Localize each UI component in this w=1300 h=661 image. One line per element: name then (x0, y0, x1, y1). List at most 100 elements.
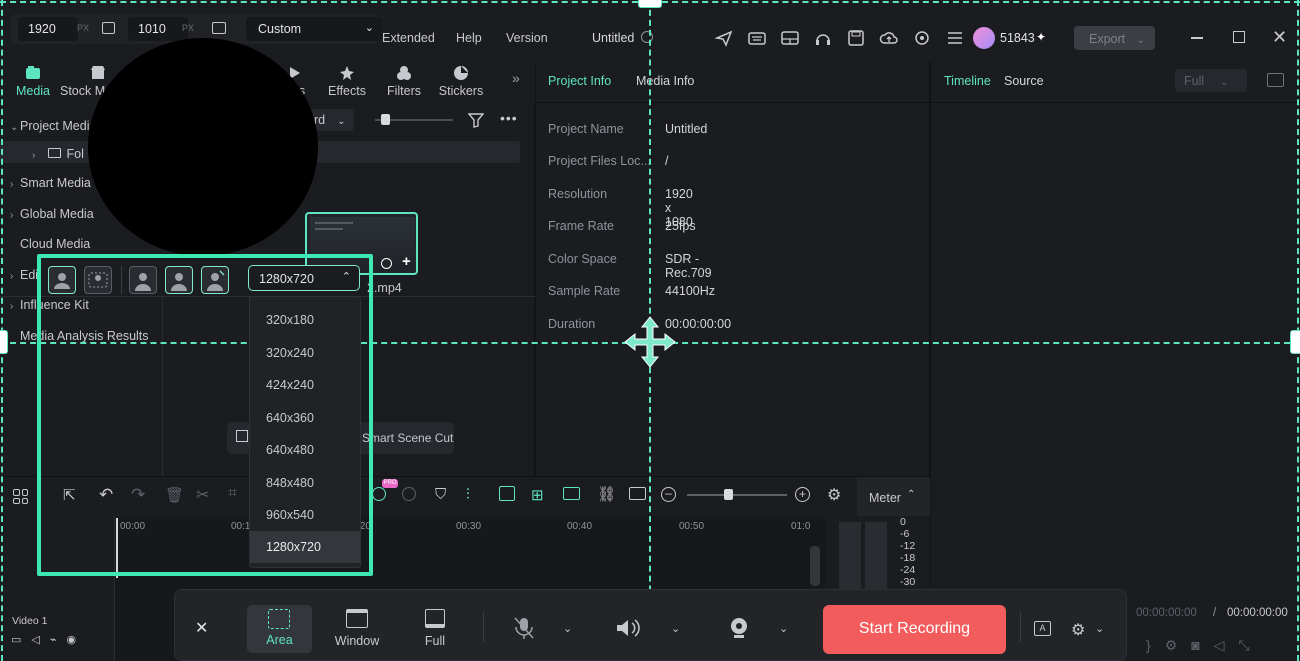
settings-icon[interactable]: ⚙ (1071, 620, 1085, 640)
webcam-preview[interactable] (88, 38, 318, 256)
marker-icon[interactable]: ⊞ (531, 486, 544, 504)
tree-folder[interactable]: › Fol (32, 147, 84, 161)
volume-icon[interactable]: ◁ (31, 633, 39, 646)
volume-icon[interactable]: ◁ (1214, 637, 1225, 654)
send-icon[interactable] (714, 29, 734, 47)
tree-cloud-media[interactable]: Cloud Media (20, 237, 90, 251)
webcam-shape-circle-button[interactable] (48, 266, 76, 294)
background-replace-button[interactable] (201, 266, 229, 294)
width-input[interactable]: 1920 (18, 17, 78, 41)
timeline-scrollbar[interactable] (810, 546, 820, 586)
zoom-out-icon[interactable]: – (661, 487, 676, 502)
tab-project-info[interactable]: Project Info (548, 74, 611, 88)
resize-handle-top[interactable] (638, 0, 662, 8)
tab-source[interactable]: Source (1004, 74, 1044, 88)
add-icon[interactable]: + (402, 253, 411, 270)
menu-version[interactable]: Version (506, 31, 548, 45)
tab-stickers[interactable]: Stickers (434, 64, 488, 98)
resolution-option[interactable]: 424x240 (250, 369, 360, 401)
resolution-option[interactable]: 848x480 (250, 467, 360, 499)
chevron-down-icon[interactable]: ⌄ (671, 622, 680, 635)
mode-area-button[interactable]: Area (247, 605, 312, 653)
close-icon[interactable]: ✕ (195, 618, 208, 638)
lock-icon[interactable]: ⌁ (50, 633, 57, 646)
chevron-down-icon[interactable]: ⌄ (779, 622, 788, 635)
smart-scene-cut-label[interactable]: Smart Scene Cut (362, 431, 453, 445)
tab-timeline[interactable]: Timeline (944, 74, 991, 88)
beat-icon[interactable]: ⫶ (466, 486, 470, 503)
tab-media-info[interactable]: Media Info (636, 74, 694, 88)
lock-ratio-icon[interactable] (102, 22, 115, 34)
eye-icon[interactable]: ◉ (67, 633, 77, 646)
avatar[interactable] (973, 27, 995, 49)
tree-project-media[interactable]: ⌄ Project Media (10, 119, 96, 133)
fit-icon[interactable] (629, 487, 646, 500)
mode-full-button[interactable]: Full (405, 609, 465, 648)
snapshot-icon[interactable] (1267, 73, 1284, 87)
menu-help[interactable]: Help (456, 31, 482, 45)
speaker-icon[interactable] (615, 617, 643, 639)
resolution-option[interactable]: 640x480 (250, 434, 360, 466)
split-icon[interactable] (499, 486, 515, 501)
shield-icon[interactable]: ⛉ (435, 486, 446, 503)
headset-icon[interactable] (813, 29, 833, 47)
camera-icon[interactable]: ◙ (1191, 637, 1199, 654)
quality-select[interactable]: Full ⌄ (1175, 69, 1247, 92)
grid-icon[interactable] (13, 489, 28, 504)
ai-tool-icon[interactable] (372, 487, 386, 501)
start-recording-button[interactable]: Start Recording (823, 605, 1006, 654)
move-icon[interactable] (623, 315, 677, 369)
resize-handle-right[interactable] (1290, 330, 1300, 354)
save-icon[interactable] (846, 29, 866, 47)
resolution-select[interactable]: 1280x720 ⌃ (248, 265, 360, 291)
resolution-option[interactable]: 320x180 (250, 304, 360, 336)
background-none-button[interactable] (129, 266, 157, 294)
webcam-shape-rect-button[interactable] (84, 266, 112, 294)
resolution-option-selected[interactable]: 1280x720 (250, 531, 360, 563)
auto-caption-icon[interactable]: A (1034, 621, 1051, 636)
microphone-muted-icon[interactable] (513, 616, 535, 640)
settings-icon[interactable]: ⚙ (1165, 637, 1178, 654)
background-blur-button[interactable] (165, 266, 193, 294)
menu-icon[interactable] (945, 29, 965, 47)
preset-select[interactable]: Custom ⌄ (246, 17, 382, 41)
filter-icon[interactable] (468, 112, 484, 128)
height-input[interactable]: 1010 (128, 17, 188, 41)
maximize-icon[interactable] (1233, 31, 1245, 43)
tab-effects[interactable]: Effects (320, 64, 374, 98)
tree-global-media[interactable]: › Global Media (10, 207, 94, 221)
brace-icon[interactable]: } (1146, 637, 1151, 654)
fullscreen-icon[interactable]: ⤡ (1239, 637, 1250, 654)
close-window-icon[interactable]: ✕ (1272, 27, 1287, 48)
tab-filters[interactable]: Filters (377, 64, 431, 98)
tab-media[interactable]: Media (6, 64, 60, 98)
speed-icon[interactable] (402, 487, 416, 501)
export-button[interactable]: Export ⌄ (1074, 26, 1155, 50)
tree-edit[interactable]: › Edi (10, 268, 38, 282)
resize-handle-left[interactable] (0, 330, 8, 354)
folder-icon[interactable]: ▭ (11, 633, 21, 646)
cloud-upload-icon[interactable] (879, 29, 899, 47)
chevron-down-icon[interactable]: ⌄ (563, 622, 572, 635)
chevron-down-icon[interactable]: ⌄ (1095, 622, 1104, 635)
layout-icon[interactable] (780, 29, 800, 47)
keyboard-icon[interactable] (747, 29, 767, 47)
minimize-icon[interactable] (1191, 37, 1203, 39)
resolution-option[interactable]: 320x240 (250, 337, 360, 369)
resolution-option[interactable]: 640x360 (250, 402, 360, 434)
zoom-in-icon[interactable]: + (795, 487, 810, 502)
settings-icon[interactable]: ⚙ (827, 485, 841, 505)
tree-smart-media[interactable]: › Smart Media (10, 176, 91, 190)
more-icon[interactable]: ••• (500, 110, 518, 126)
mode-window-button[interactable]: Window (327, 609, 387, 648)
meter-header[interactable]: Meter ⌃ (857, 477, 930, 517)
slider-handle[interactable] (381, 114, 390, 125)
zoom-slider-handle[interactable] (724, 489, 733, 500)
support-icon[interactable] (912, 29, 932, 47)
zoom-slider[interactable] (687, 494, 787, 496)
chevron-right-icon[interactable]: » (512, 70, 520, 86)
webcam-icon[interactable] (728, 616, 750, 640)
resolution-option[interactable]: 960x540 (250, 499, 360, 531)
menu-extended[interactable]: Extended (382, 31, 435, 45)
caption-icon[interactable] (563, 487, 580, 500)
